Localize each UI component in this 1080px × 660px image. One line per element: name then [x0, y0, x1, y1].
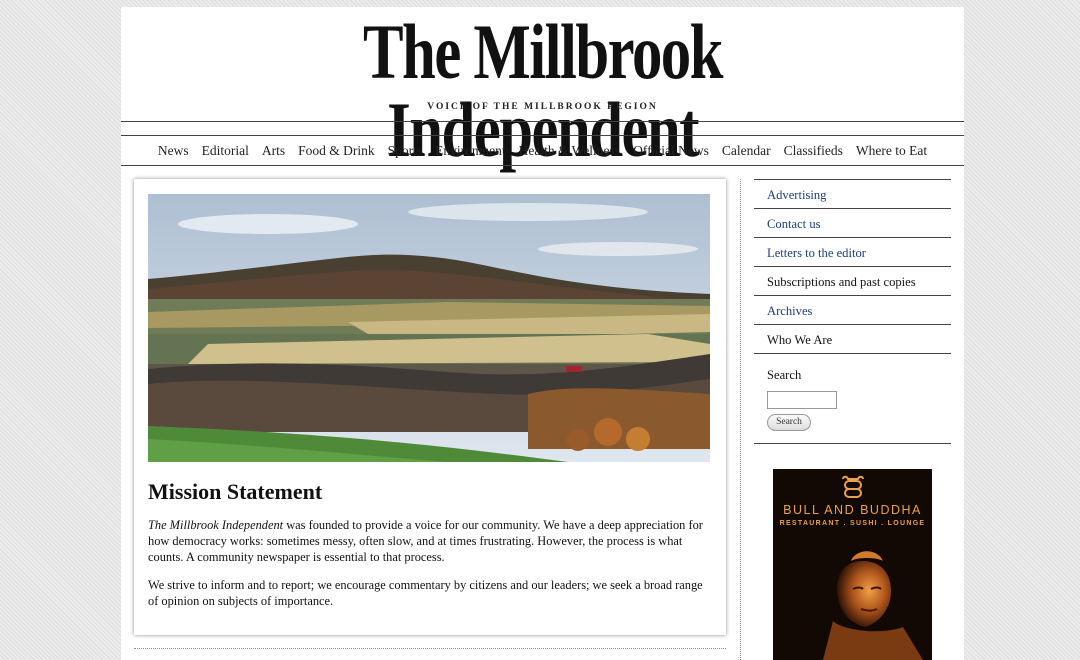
mission-paragraph-2: We strive to inform and to report; we en… — [148, 578, 703, 608]
nav-item-editorial[interactable]: Editorial — [202, 143, 249, 159]
sidebar-item-subscriptions[interactable]: Subscriptions and past copies — [754, 266, 951, 295]
search-button[interactable]: Search — [767, 414, 811, 431]
nav-item-environment[interactable]: Environment — [435, 143, 506, 159]
nav-item-news[interactable]: News — [158, 143, 189, 159]
page: The Millbrook Independent VOICE OF THE M… — [121, 7, 964, 660]
nav-item-official-news[interactable]: Official News — [633, 143, 709, 159]
mission-text: The Millbrook Independent was founded to… — [148, 517, 713, 621]
sidebar-item-contact-us[interactable]: Contact us — [754, 208, 951, 237]
nav-item-sports[interactable]: Sports — [388, 143, 423, 159]
restaurant-ad[interactable]: BULL AND BUDDHA RESTAURANT . SUSHI . LOU… — [773, 469, 932, 660]
search-input[interactable] — [767, 391, 837, 409]
mission-card: Mission Statement The Millbrook Independ… — [134, 179, 726, 635]
bull-logo-icon — [842, 475, 864, 498]
site-tagline: VOICE OF THE MILLBROOK REGION — [427, 102, 658, 112]
nav-item-classifieds[interactable]: Classifieds — [784, 143, 843, 159]
masthead-rule — [121, 121, 964, 122]
sidebar: Advertising Contact us Letters to the ed… — [754, 179, 951, 444]
nav-item-food-drink[interactable]: Food & Drink — [298, 143, 375, 159]
masthead: The Millbrook Independent VOICE OF THE M… — [121, 7, 964, 169]
sidebar-bottom-rule — [754, 443, 951, 444]
ad-restaurant-subtitle: RESTAURANT . SUSHI . LOUNGE — [779, 520, 926, 527]
column-divider — [740, 179, 741, 660]
mission-heading: Mission Statement — [148, 479, 323, 504]
mission-paragraph-1: The Millbrook Independent was founded to… — [148, 517, 713, 565]
content-divider — [134, 648, 726, 649]
sidebar-item-archives[interactable]: Archives — [754, 295, 951, 324]
sidebar-item-who-we-are[interactable]: Who We Are — [754, 324, 951, 353]
paper-name-italic: The Millbrook Independent — [148, 518, 284, 532]
nav-item-calendar[interactable]: Calendar — [722, 143, 771, 159]
sidebar-item-advertising[interactable]: Advertising — [754, 179, 951, 208]
search-label: Search — [767, 368, 802, 382]
ad-restaurant-name: BULL AND BUDDHA — [783, 503, 922, 517]
main-nav: News Editorial Arts Food & Drink Sports … — [121, 136, 964, 166]
nav-item-arts[interactable]: Arts — [262, 143, 285, 159]
sidebar-item-letters-to-editor[interactable]: Letters to the editor — [754, 237, 951, 266]
landscape-photo — [148, 194, 710, 462]
buddha-statue-image — [773, 531, 932, 660]
nav-item-health-wellness[interactable]: Health & Wellness — [519, 143, 620, 159]
nav-item-where-to-eat[interactable]: Where to Eat — [856, 143, 927, 159]
